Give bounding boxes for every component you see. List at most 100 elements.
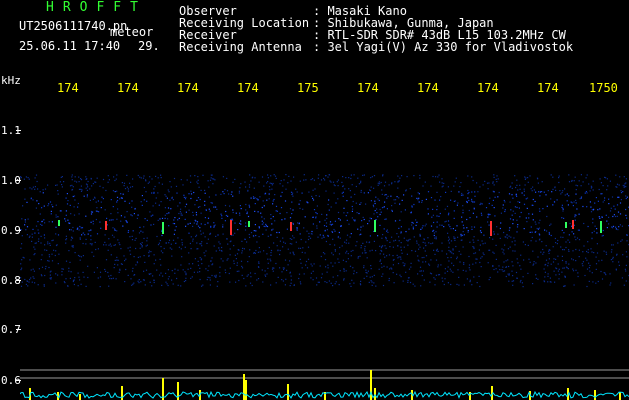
noise-pixel	[578, 180, 580, 182]
noise-pixel	[320, 255, 322, 258]
noise-pixel	[547, 281, 549, 283]
noise-pixel	[483, 234, 485, 236]
noise-pixel	[412, 226, 414, 228]
noise-pixel	[473, 252, 475, 255]
noise-pixel	[619, 224, 621, 226]
noise-pixel	[299, 207, 301, 209]
noise-pixel	[517, 189, 519, 191]
noise-pixel	[168, 212, 170, 214]
noise-pixel	[360, 202, 362, 204]
noise-pixel	[116, 256, 118, 258]
noise-pixel	[91, 211, 93, 213]
noise-pixel	[37, 284, 39, 286]
noise-pixel	[620, 199, 622, 201]
noise-pixel	[233, 260, 235, 262]
noise-pixel	[592, 189, 594, 191]
noise-pixel	[35, 207, 37, 209]
noise-pixel	[535, 277, 537, 279]
noise-pixel	[261, 269, 263, 271]
noise-pixel	[278, 231, 280, 234]
noise-pixel	[418, 197, 420, 199]
noise-pixel	[512, 280, 515, 282]
noise-pixel	[555, 242, 557, 244]
noise-pixel	[503, 199, 505, 202]
noise-pixel	[173, 223, 176, 225]
noise-pixel	[90, 229, 92, 231]
noise-pixel	[249, 174, 251, 176]
noise-pixel	[616, 215, 618, 217]
noise-pixel	[146, 237, 148, 239]
noise-pixel	[575, 193, 577, 195]
noise-pixel	[155, 259, 157, 261]
noise-pixel	[573, 284, 575, 286]
noise-pixel	[77, 206, 79, 208]
noise-pixel	[55, 216, 57, 218]
noise-pixel	[192, 238, 194, 240]
noise-pixel	[355, 185, 357, 188]
noise-pixel	[199, 198, 201, 201]
noise-pixel	[268, 246, 270, 249]
noise-pixel	[348, 242, 350, 244]
noise-pixel	[114, 263, 116, 265]
noise-pixel	[227, 243, 229, 245]
noise-pixel	[141, 204, 143, 206]
noise-pixel	[505, 275, 507, 278]
noise-pixel	[432, 175, 434, 178]
noise-pixel	[92, 183, 94, 185]
noise-pixel	[599, 178, 601, 180]
noise-pixel	[43, 205, 45, 207]
noise-pixel	[530, 188, 532, 190]
noise-pixel	[511, 214, 513, 216]
noise-pixel	[524, 178, 526, 180]
noise-pixel	[397, 245, 399, 247]
noise-pixel	[572, 259, 574, 261]
noise-pixel	[379, 253, 381, 255]
noise-pixel	[561, 259, 564, 262]
noise-pixel	[65, 197, 67, 199]
noise-pixel	[555, 189, 557, 191]
noise-pixel	[55, 204, 57, 206]
noise-pixel	[30, 269, 32, 271]
noise-pixel	[31, 236, 33, 238]
noise-pixel	[61, 186, 63, 188]
noise-pixel	[625, 214, 627, 216]
noise-pixel	[280, 180, 282, 182]
noise-pixel	[622, 254, 624, 256]
noise-pixel	[416, 197, 418, 199]
noise-pixel	[558, 268, 560, 270]
noise-pixel	[196, 248, 198, 250]
noise-pixel	[209, 279, 211, 281]
noise-pixel	[333, 184, 335, 186]
noise-pixel	[267, 262, 269, 264]
noise-pixel	[532, 264, 534, 266]
noise-pixel	[362, 225, 364, 227]
noise-pixel	[209, 210, 211, 212]
noise-pixel	[327, 176, 329, 178]
noise-pixel	[575, 248, 577, 251]
noise-pixel	[79, 225, 81, 228]
noise-pixel	[40, 242, 42, 244]
noise-pixel	[516, 179, 518, 181]
noise-pixel	[508, 193, 511, 195]
noise-pixel	[25, 283, 27, 285]
noise-pixel	[179, 211, 181, 213]
noise-pixel	[545, 245, 547, 247]
noise-pixel	[111, 278, 113, 280]
noise-pixel	[256, 198, 258, 200]
noise-pixel	[575, 202, 577, 204]
noise-pixel	[575, 214, 577, 216]
noise-pixel	[606, 178, 608, 180]
noise-pixel	[262, 222, 265, 224]
noise-pixel	[619, 213, 622, 215]
noise-pixel	[324, 253, 326, 255]
noise-pixel	[152, 214, 154, 216]
noise-pixel	[182, 184, 184, 186]
noise-pixel	[416, 221, 418, 223]
noise-pixel	[612, 256, 614, 258]
noise-pixel	[360, 233, 362, 235]
noise-pixel	[590, 206, 592, 208]
noise-pixel	[488, 279, 490, 281]
noise-pixel	[508, 274, 510, 276]
noise-pixel	[609, 180, 611, 182]
noise-pixel	[167, 278, 169, 280]
